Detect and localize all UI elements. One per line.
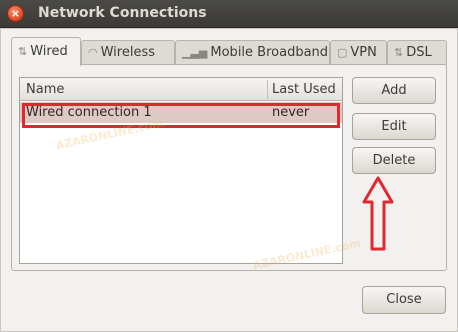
- tab-mobile-broadband[interactable]: ▁▃▅ Mobile Broadband: [175, 40, 330, 65]
- table-row[interactable]: Wired connection 1 never: [20, 102, 342, 123]
- list-header: Name Last Used: [20, 78, 342, 101]
- tab-vpn[interactable]: ▢ VPN: [330, 40, 387, 65]
- connection-last-used: never: [272, 105, 310, 120]
- column-divider: [267, 80, 268, 99]
- close-button[interactable]: Close: [362, 286, 446, 314]
- tab-label: Mobile Broadband: [210, 45, 329, 60]
- connection-name: Wired connection 1: [26, 105, 152, 120]
- tab-label: Wired: [30, 44, 68, 59]
- tab-label: VPN: [350, 45, 377, 60]
- edit-button[interactable]: Edit: [352, 113, 436, 140]
- window-title: Network Connections: [38, 5, 207, 21]
- tab-bar: ⇅ Wired ◠ Wireless ▁▃▅ Mobile Broadband ▢ VP…: [11, 37, 447, 66]
- vpn-lock-icon: ▢: [337, 46, 348, 59]
- title-bar: × Network Connections: [0, 0, 458, 28]
- close-window-icon[interactable]: ×: [7, 5, 24, 22]
- tab-dsl[interactable]: ⇅ DSL: [387, 40, 447, 65]
- delete-button[interactable]: Delete: [352, 147, 436, 174]
- add-button[interactable]: Add: [352, 77, 436, 104]
- tab-wireless[interactable]: ◠ Wireless: [81, 40, 175, 65]
- wireless-icon: ◠: [88, 46, 98, 59]
- tab-label: DSL: [406, 45, 432, 60]
- network-wired-icon: ⇅: [18, 45, 28, 58]
- tab-label: Wireless: [100, 45, 156, 60]
- mobile-broadband-icon: ▁▃▅: [182, 46, 208, 59]
- up-arrow-icon: [362, 176, 394, 251]
- connection-list[interactable]: Name Last Used Wired connection 1 never: [19, 77, 343, 264]
- column-header-last-used[interactable]: Last Used: [272, 82, 336, 97]
- column-header-name[interactable]: Name: [26, 82, 64, 97]
- tab-wired[interactable]: ⇅ Wired: [11, 37, 81, 66]
- dsl-icon: ⇅: [394, 46, 404, 59]
